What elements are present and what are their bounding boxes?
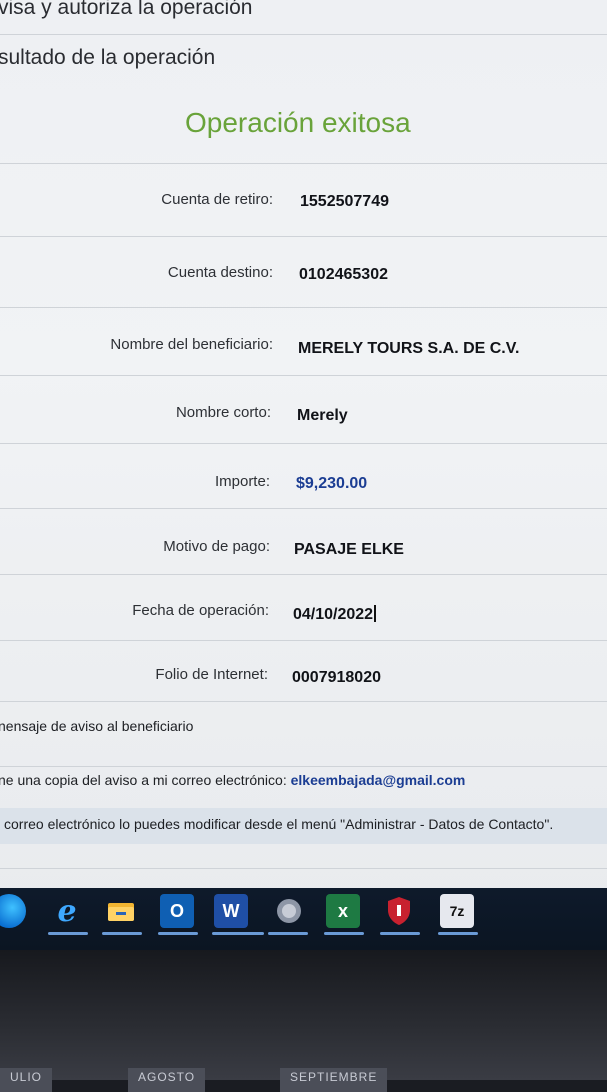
outlook-icon[interactable]: O (160, 894, 194, 928)
taskbar-active-indicator (48, 932, 88, 935)
security-icon[interactable] (382, 894, 416, 928)
word-icon[interactable]: W (214, 894, 248, 928)
label-withdrawal-account: Cuenta de retiro: (161, 191, 273, 208)
7zip-icon[interactable]: 7z (440, 894, 474, 928)
operation-date-text: 04/10/2022 (293, 606, 374, 623)
value-payment-reason: PASAJE ELKE (294, 541, 404, 558)
excel-glyph: x (337, 900, 348, 921)
copy-notice-label: ne una copia del aviso a mi correo elect… (0, 772, 287, 788)
label-internet-folio: Folio de Internet: (155, 666, 268, 683)
label-amount: Importe: (214, 473, 270, 490)
taskbar-active-indicator (324, 932, 364, 935)
divider (0, 640, 607, 641)
app-icon[interactable] (272, 894, 306, 928)
value-operation-date: 04/10/2022 (293, 605, 377, 624)
text-cursor (374, 605, 377, 622)
taskbar-active-indicator (380, 932, 420, 935)
7zip-glyph: 7z (449, 903, 465, 919)
contact-note-text: correo electrónico lo puedes modificar d… (4, 816, 554, 832)
taskbar-active-indicator (102, 932, 142, 935)
beneficiary-notice-text: nensaje de aviso al beneficiario (0, 718, 194, 734)
file-explorer-icon[interactable] (104, 894, 138, 928)
edge-icon[interactable]: e (50, 894, 84, 929)
divider (0, 574, 607, 575)
label-operation-date: Fecha de operación: (132, 602, 269, 619)
result-title: Operación exitosa (185, 107, 411, 138)
divider (0, 307, 607, 308)
divider (0, 766, 607, 767)
value-internet-folio: 0007918020 (292, 669, 381, 686)
divider (0, 508, 607, 509)
step-review-title: visa y autoriza la operación (0, 0, 253, 19)
copy-notice-row: ne una copia del aviso a mi correo elect… (0, 772, 465, 788)
calendar-month-label: SEPTIEMBRE (280, 1068, 388, 1092)
step-result-title: sultado de la operación (0, 46, 216, 69)
divider (0, 701, 607, 702)
label-beneficiary-name: Nombre del beneficiario: (110, 336, 273, 353)
taskbar-active-indicator (268, 932, 308, 935)
value-destination-account: 0102465302 (299, 266, 388, 283)
divider (0, 236, 607, 237)
calendar-month-label: ULIO (0, 1068, 53, 1092)
value-beneficiary-name: MERELY TOURS S.A. DE C.V. (298, 340, 520, 357)
divider (0, 868, 607, 869)
copy-notice-email[interactable]: elkeembajada@gmail.com (291, 772, 466, 788)
folder-icon (108, 903, 134, 921)
calendar-month-label: AGOSTO (128, 1068, 206, 1092)
label-payment-reason: Motivo de pago: (163, 538, 270, 555)
value-short-name: Merely (297, 407, 348, 424)
divider (0, 443, 607, 444)
value-withdrawal-account: 1552507749 (300, 193, 389, 210)
taskbar-active-indicator (212, 932, 264, 935)
outlook-glyph: O (169, 900, 184, 921)
label-short-name: Nombre corto: (175, 404, 271, 421)
emblem-icon (277, 899, 301, 923)
divider (0, 375, 607, 376)
value-amount: $9,230.00 (296, 475, 368, 492)
shield-icon (388, 897, 410, 925)
browser-page: visa y autoriza la operación sultado de … (0, 0, 607, 905)
divider (0, 34, 607, 35)
divider (0, 163, 607, 164)
excel-icon[interactable]: x (326, 894, 360, 928)
label-destination-account: Cuenta destino: (167, 264, 273, 281)
word-glyph: W (222, 900, 240, 921)
taskbar-active-indicator (158, 932, 198, 935)
monitor-bezel (0, 950, 607, 1080)
taskbar-active-indicator (438, 932, 478, 935)
